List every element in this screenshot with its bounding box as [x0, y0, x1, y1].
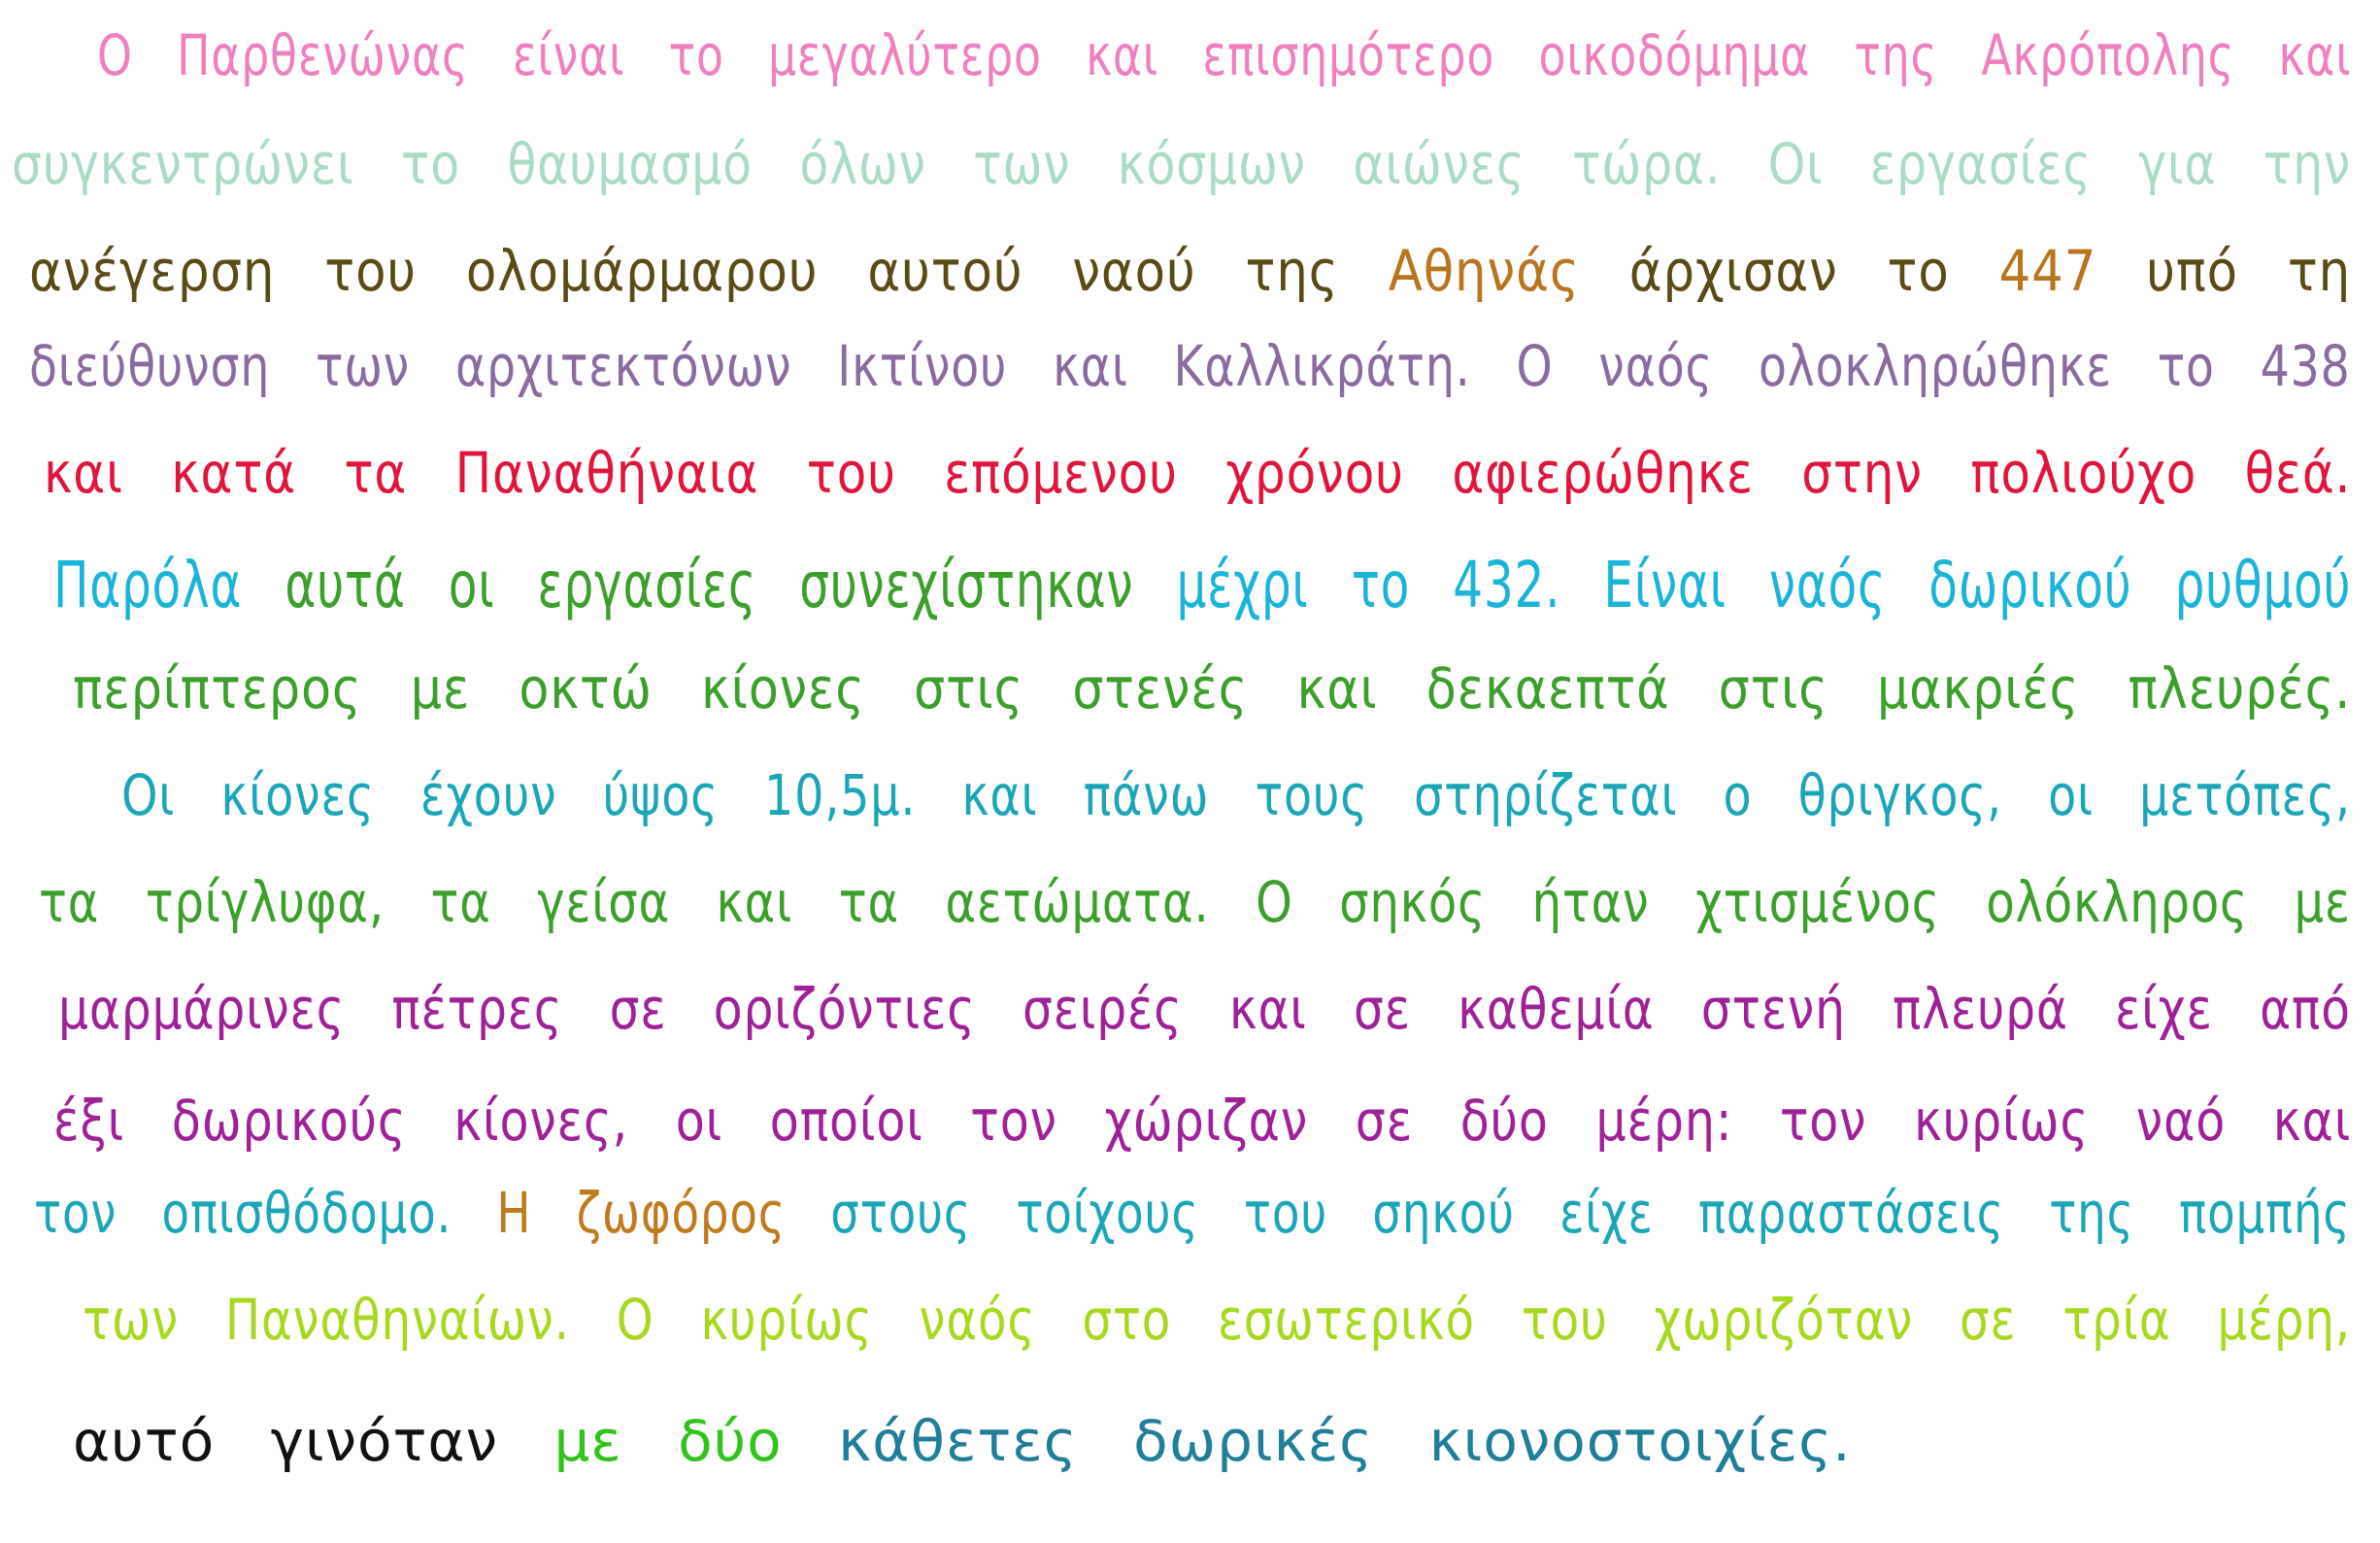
text-line-7: περίπτερος με οκτώ κίονες στις στενές κα… — [73, 660, 2351, 717]
text-segment: Παναθήναια — [454, 440, 759, 506]
text-line-9: τα τρίγλυφα, τα γείσα και τα αετώματα. Ο… — [39, 874, 2351, 930]
text-segment: των — [83, 1287, 225, 1353]
text-segment: του επόμενου χρόνου αφιερώθηκε στην πολι… — [758, 440, 2352, 506]
text-segment: Ο κυρίως ναός στο εσωτερικό του χωριζότα… — [569, 1287, 2351, 1353]
text-segment: συγκεντρώνει το θαυμασμό όλων των κόσμων… — [12, 131, 2352, 197]
text-line-10: μαρμάρινες πέτρες σε οριζόντιες σειρές κ… — [58, 981, 2351, 1037]
text-segment: ανέγερση του ολομάρμαρου αυτού ναού της — [29, 238, 1389, 304]
text-segment: μαρμάρινες πέτρες σε οριζόντιες σειρές κ… — [58, 976, 2351, 1042]
text-segment: τον οπισθόδομο. — [34, 1180, 497, 1246]
text-segment: αυτό γινόταν — [73, 1408, 554, 1474]
text-line-6: Παρόλα αυτά οι εργασίες συνεχίστηκαν μέχ… — [53, 553, 2351, 618]
text-line-2: συγκεντρώνει το θαυμασμό όλων των κόσμων… — [12, 136, 2351, 192]
text-segment: Η ζωφόρος — [496, 1180, 786, 1246]
text-line-3: ανέγερση του ολομάρμαρου αυτού ναού της … — [29, 243, 2351, 299]
text-segment: κάθετες δωρικές κιονοστοιχίες. — [838, 1408, 1852, 1474]
text-segment: με δύο — [553, 1408, 839, 1474]
text-segment: Ο Παρθενώνας είναι το μεγαλύτερο και επι… — [97, 22, 2352, 88]
text-segment: υπό τη — [2096, 238, 2352, 304]
text-line-13: των Παναθηναίων. Ο κυρίως ναός στο εσωτε… — [83, 1291, 2351, 1348]
text-line-12: τον οπισθόδομο. Η ζωφόρος στους τοίχους … — [34, 1185, 2351, 1241]
text-segment: 447 — [1998, 238, 2097, 304]
text-line-5: και κατά τα Παναθήναια του επόμενου χρόν… — [44, 445, 2351, 501]
text-segment: Οι κίονες έχουν ύψος 10,5μ. και πάνω του… — [121, 762, 2351, 828]
text-line-1: Ο Παρθενώνας είναι το μεγαλύτερο και επι… — [97, 27, 2352, 84]
text-segment: Παρόλα — [53, 548, 285, 622]
text-line-11: έξι δωρικούς κίονες, οι οποίοι τον χώριζ… — [53, 1092, 2351, 1149]
text-segment: τα τρίγλυφα, τα γείσα και τα αετώματα. Ο — [39, 869, 1340, 935]
text-segment: διεύθυνση των αρχιτεκτόνων Ικτίνου και Κ… — [29, 333, 2351, 399]
text-segment: έξι δωρικούς κίονες, οι οποίοι τον χώριζ… — [53, 1088, 2352, 1154]
text-line-8: Οι κίονες έχουν ύψος 10,5μ. και πάνω του… — [121, 767, 2351, 823]
handwritten-page: Ο Παρθενώνας είναι το μεγαλύτερο και επι… — [0, 0, 2380, 1543]
text-segment: αυτά οι εργασίες συνεχίστηκαν — [285, 548, 1177, 622]
text-segment: περίπτερος με οκτώ κίονες στις στενές κα… — [73, 655, 2352, 721]
text-segment: άρχισαν το — [1579, 238, 1999, 304]
text-segment: σηκός ήταν χτισμένος ολόκληρος με — [1339, 869, 2351, 935]
text-segment: Παναθηναίων. — [224, 1287, 570, 1353]
text-segment: Αθηνάς — [1388, 238, 1580, 304]
text-line-4: διεύθυνση των αρχιτεκτόνων Ικτίνου και Κ… — [29, 338, 2351, 394]
text-segment: μέχρι το 432. Είναι ναός δωρικού ρυθμού — [1176, 548, 2352, 622]
text-segment: και κατά τα — [44, 440, 455, 506]
text-line-14: αυτό γινόταν με δύο κάθετες δωρικές κιον… — [73, 1413, 1852, 1469]
text-segment: στους τοίχους του σηκού είχε παραστάσεις… — [785, 1180, 2351, 1246]
